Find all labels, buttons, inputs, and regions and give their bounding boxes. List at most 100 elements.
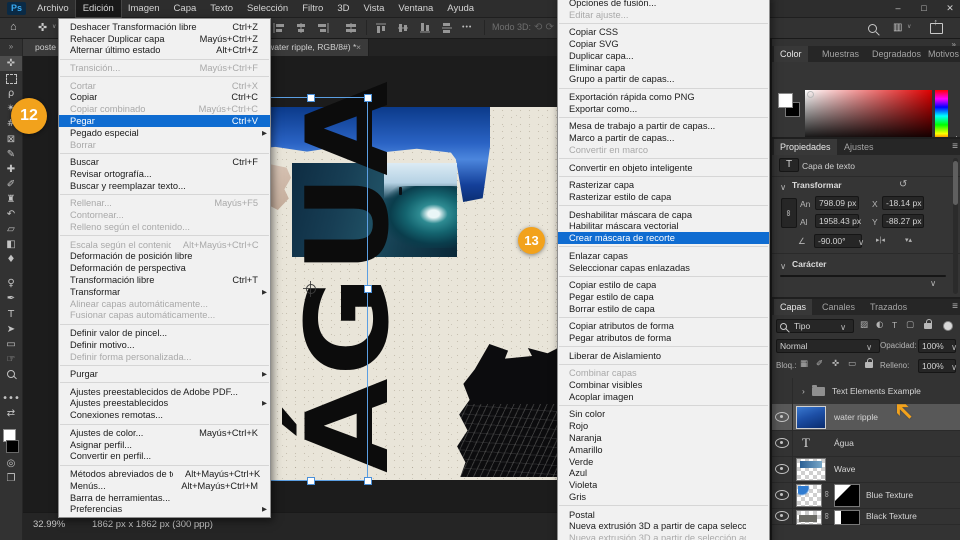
- flip-horizontal-icon[interactable]: ▸|◂: [876, 236, 885, 244]
- menu-item[interactable]: [60, 464, 269, 466]
- menu-item[interactable]: Conexiones remotas...: [59, 409, 270, 421]
- shape-tool[interactable]: ▭: [0, 337, 22, 352]
- layer-row-text[interactable]: T Água: [772, 430, 960, 457]
- menu-item[interactable]: Métodos abreviados de teclado... Alt+May…: [59, 468, 270, 480]
- menu-item[interactable]: Purgar: [59, 368, 270, 380]
- menu-item[interactable]: Definir valor de pincel...: [59, 327, 270, 339]
- transform-handle[interactable]: [307, 94, 315, 102]
- align-top-icon[interactable]: [374, 22, 388, 34]
- menu-item[interactable]: Sin color: [558, 408, 769, 420]
- tab-motivos[interactable]: Motivos: [922, 46, 960, 62]
- menu-item[interactable]: Ajustes de color... Mayús+Ctrl+K: [59, 427, 270, 439]
- close-button[interactable]: ✕: [944, 0, 956, 17]
- menu-item[interactable]: [559, 175, 768, 177]
- menu-item[interactable]: [559, 505, 768, 507]
- menu-ventana[interactable]: Ventana: [391, 0, 440, 17]
- edit-toolbar-button[interactable]: •••: [0, 391, 22, 406]
- distribute-h-icon[interactable]: [344, 22, 358, 34]
- transform-reference-point[interactable]: [303, 281, 319, 297]
- panel-menu-icon[interactable]: ≡: [952, 141, 958, 152]
- menu-item[interactable]: Definir forma personalizada...: [59, 351, 270, 363]
- menu-item[interactable]: Cortar Ctrl+X: [59, 80, 270, 92]
- menu-item[interactable]: Ajustes preestablecidos: [59, 398, 270, 410]
- menu-item[interactable]: [559, 405, 768, 407]
- menu-item[interactable]: [559, 158, 768, 160]
- filter-shape-layers-icon[interactable]: ▢: [906, 320, 914, 330]
- lock-pixels-icon[interactable]: ✐: [816, 359, 823, 369]
- menu-item[interactable]: [60, 58, 269, 60]
- menu-item[interactable]: Deshacer Transformación libre Ctrl+Z: [59, 21, 270, 33]
- gradient-tool[interactable]: ◧: [0, 237, 22, 252]
- menu-texto[interactable]: Texto: [203, 0, 240, 17]
- menu-item[interactable]: Revisar ortografía...: [59, 168, 270, 180]
- menu-item[interactable]: [60, 382, 269, 384]
- menu-item[interactable]: [559, 346, 768, 348]
- menu-item[interactable]: Opciones de fusión...: [558, 0, 769, 9]
- menu-item[interactable]: Nueva extrusión 3D a partir de selección…: [558, 532, 769, 540]
- menu-item[interactable]: [559, 117, 768, 119]
- menu-item[interactable]: Rellenar... Mayús+F5: [59, 197, 270, 209]
- home-icon[interactable]: ⌂: [10, 17, 17, 38]
- panel-menu-icon[interactable]: ≡: [952, 301, 958, 312]
- menu-item[interactable]: Verde: [558, 456, 769, 468]
- filter-type-layers-icon[interactable]: T: [892, 320, 897, 330]
- visibility-toggle[interactable]: [772, 378, 793, 404]
- menu-edicion[interactable]: Edición: [74, 0, 122, 18]
- screen-mode-button[interactable]: ❐: [0, 471, 22, 486]
- blur-tool[interactable]: ♦: [0, 252, 22, 267]
- frame-tool[interactable]: ⊠: [0, 131, 22, 146]
- menu-item[interactable]: Azul: [558, 467, 769, 479]
- toolbar-collapse-icon[interactable]: »: [0, 38, 22, 56]
- menu-item[interactable]: [60, 423, 269, 425]
- filter-smart-objects-icon[interactable]: [924, 319, 932, 329]
- y-field[interactable]: -88.27 px: [882, 214, 924, 228]
- eraser-tool[interactable]: ▱: [0, 222, 22, 237]
- align-right-icon[interactable]: [316, 22, 330, 34]
- menu-item[interactable]: Nueva extrusión 3D a partir de capa sele…: [558, 520, 769, 532]
- transform-handle[interactable]: [364, 285, 372, 293]
- menu-item[interactable]: [559, 246, 768, 248]
- layer-row[interactable]: ∞ Blue Texture: [772, 482, 960, 509]
- menu-item[interactable]: Copiar atributos de forma: [558, 320, 769, 332]
- color-field[interactable]: [805, 90, 932, 142]
- dodge-tool[interactable]: ♀: [0, 276, 22, 291]
- filter-adjustment-layers-icon[interactable]: ◐: [876, 320, 883, 330]
- tab-capas[interactable]: Capas: [774, 299, 813, 315]
- menu-item[interactable]: Postal: [558, 509, 769, 521]
- menu-item[interactable]: Alternar último estado Alt+Ctrl+Z: [59, 45, 270, 57]
- menu-item[interactable]: Convertir en objeto inteligente: [558, 162, 769, 174]
- tab-muestras[interactable]: Muestras: [816, 46, 865, 62]
- share-icon[interactable]: [930, 17, 943, 34]
- menu-item[interactable]: Naranja: [558, 432, 769, 444]
- eyedropper-tool[interactable]: ✎: [0, 147, 22, 162]
- align-center-v-icon[interactable]: [396, 22, 410, 34]
- menu-item[interactable]: Escala según el contenido Alt+Mayús+Ctrl…: [59, 239, 270, 251]
- menu-item[interactable]: [559, 22, 768, 24]
- constrain-link-icon[interactable]: ∞: [781, 198, 797, 228]
- menu-item[interactable]: [559, 275, 768, 277]
- menu-item[interactable]: [559, 316, 768, 318]
- swap-colors-icon[interactable]: ⇄: [0, 406, 22, 421]
- visibility-toggle[interactable]: [772, 482, 793, 508]
- zoom-tool[interactable]: [0, 367, 22, 382]
- menu-item[interactable]: [559, 205, 768, 207]
- layer-row-selected[interactable]: water ripple: [772, 404, 960, 431]
- menu-item[interactable]: Duplicar capa...: [558, 50, 769, 62]
- filter-pixel-layers-icon[interactable]: ▨: [860, 320, 868, 330]
- tab-close-icon[interactable]: ×: [356, 38, 361, 56]
- marquee-tool[interactable]: [0, 71, 22, 86]
- status-chevron-icon[interactable]: ›: [198, 519, 201, 530]
- menu-item[interactable]: [60, 194, 269, 196]
- zoom-level[interactable]: 32.99%: [33, 519, 65, 530]
- menu-item[interactable]: Copiar combinado Mayús+Ctrl+C: [59, 103, 270, 115]
- menu-item[interactable]: Editar ajuste...: [558, 9, 769, 21]
- search-icon[interactable]: [868, 24, 877, 33]
- menu-item[interactable]: Pegar Ctrl+V: [59, 115, 270, 127]
- blend-mode-dropdown[interactable]: Normal: [776, 339, 880, 353]
- menu-item[interactable]: [60, 152, 269, 154]
- menu-item[interactable]: Convertir en perfil...: [59, 451, 270, 463]
- menu-item[interactable]: Grupo a partir de capas...: [558, 74, 769, 86]
- lock-all-icon[interactable]: [865, 358, 873, 368]
- layer-row-group[interactable]: › Text Elements Example: [772, 378, 960, 405]
- visibility-toggle[interactable]: [772, 456, 793, 482]
